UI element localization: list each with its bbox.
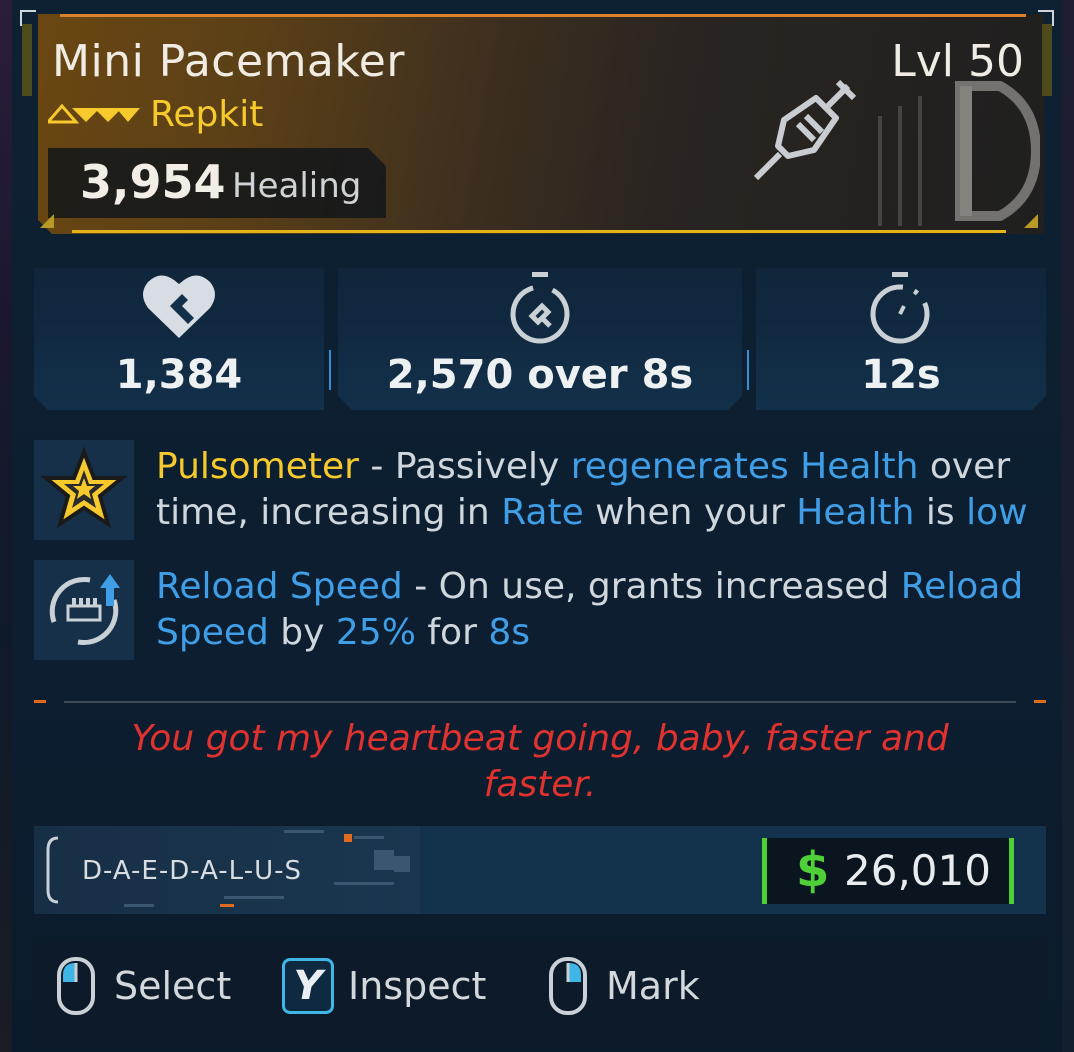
syringe-icon [753,79,857,181]
perk-text-segment: when your [583,492,797,533]
corner-triangle [1024,214,1038,228]
stat-divider [747,350,749,390]
healing-value: 3,954 [80,155,226,209]
key-y-icon[interactable]: Y [282,958,334,1014]
perk-keyword: Health [796,492,915,533]
stat-divider [329,350,331,390]
perk-keyword: low [966,492,1028,533]
left-edge [0,0,12,1052]
key-y-glyph: Y [293,963,323,1009]
manufacturer-name: D-A-E-D-A-L-U-S [82,856,302,886]
perk-name: Reload Speed [156,566,403,607]
right-edge [1062,0,1074,1052]
mouse-right-icon[interactable] [548,956,588,1016]
header-bottom-line [72,230,1006,233]
perk-text-segment: for [415,612,489,653]
manufacturer-watermark-icon [878,81,1040,226]
reload-ammo-icon [49,574,120,645]
side-tab [22,24,32,96]
perk-keyword: regenerates Health [570,446,919,487]
separator [64,701,1016,703]
stopwatch-icon [870,272,930,344]
star-badge-icon [40,446,128,529]
price-value: 26,010 [844,846,991,895]
rarity-chevrons-icon [48,104,140,124]
perk-icon-box [34,560,134,660]
mouse-left-icon[interactable] [56,956,96,1016]
side-tab [1042,24,1052,96]
separator-mark [34,700,46,703]
perk-text-segment: - On use, grants increased [402,566,901,607]
perk-text-segment: - Passively [358,446,571,487]
separator-mark [1034,700,1046,703]
mark-control-label[interactable]: Mark [606,964,700,1008]
stat-value-healing: 1,384 [115,352,243,398]
perk-description: Reload Speed - On use, grants increased … [156,564,1036,656]
perk-icon-box [34,440,134,540]
header-top-line [60,14,1026,17]
stopwatch-heal-icon [510,272,570,344]
inspect-control-label[interactable]: Inspect [348,964,486,1008]
currency-icon: $ [796,842,830,898]
healing-label: Healing [232,166,362,206]
perk-name: Pulsometer [156,446,359,487]
stat-value-regen: 2,570 over 8s [386,352,694,398]
perk-keyword: 25% [335,612,416,653]
stat-value-cooldown: 12s [861,352,941,398]
item-name: Mini Pacemaker [52,36,405,87]
perk-text-segment: is [914,492,967,533]
select-control-label[interactable]: Select [114,964,231,1008]
flavor-text: You got my heartbeat going, baby, faster… [131,718,949,805]
perk-description: Pulsometer - Passively regenerates Healt… [156,444,1036,536]
perk-text-segment: by [268,612,336,653]
perk-keyword: 8s [488,612,530,653]
perk-keyword: Rate [501,492,584,533]
heart-heal-icon [143,275,215,338]
item-type: Repkit [150,94,264,135]
corner-triangle [40,214,54,228]
